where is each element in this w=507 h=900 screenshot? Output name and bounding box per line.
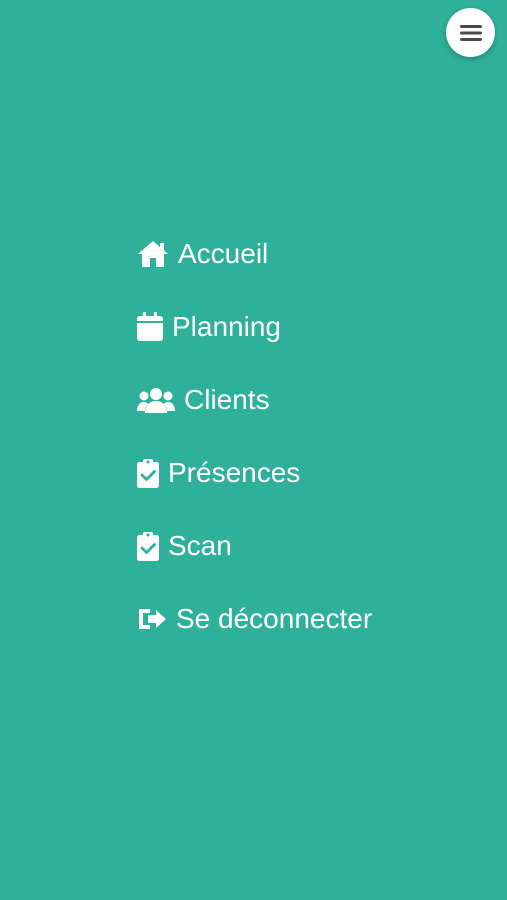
nav-item-presences[interactable]: Présences bbox=[136, 449, 456, 497]
menu-toggle-button[interactable] bbox=[446, 8, 495, 57]
nav-label: Scan bbox=[168, 530, 232, 561]
sign-out-icon bbox=[136, 605, 168, 633]
nav-label: Présences bbox=[168, 457, 301, 488]
nav-item-planning[interactable]: Planning bbox=[136, 303, 456, 351]
clipboard-check-icon bbox=[136, 530, 160, 562]
nav-label: Se déconnecter bbox=[176, 603, 373, 634]
home-icon bbox=[136, 239, 170, 269]
main-nav: Accueil Planning Clients Présences Scan … bbox=[136, 230, 456, 668]
nav-item-accueil[interactable]: Accueil bbox=[136, 230, 456, 278]
users-icon bbox=[136, 386, 176, 414]
nav-label: Clients bbox=[184, 384, 270, 415]
clipboard-check-icon bbox=[136, 457, 160, 489]
nav-label: Planning bbox=[172, 311, 281, 342]
nav-item-clients[interactable]: Clients bbox=[136, 376, 456, 424]
nav-label: Accueil bbox=[178, 238, 269, 269]
nav-item-scan[interactable]: Scan bbox=[136, 522, 456, 570]
calendar-icon bbox=[136, 311, 164, 343]
hamburger-icon bbox=[459, 23, 483, 43]
nav-item-se-deconnecter[interactable]: Se déconnecter bbox=[136, 595, 456, 643]
